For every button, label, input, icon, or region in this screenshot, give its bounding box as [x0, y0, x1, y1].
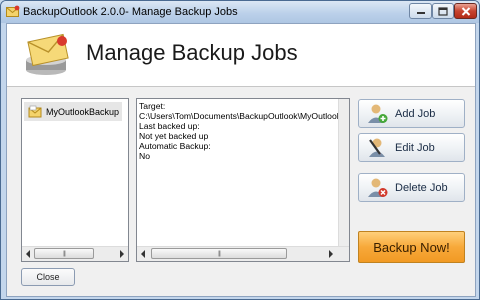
scroll-left-arrow-icon[interactable] [141, 250, 145, 258]
minimize-button[interactable] [409, 3, 432, 19]
delete-job-label: Delete Job [395, 181, 448, 194]
close-window-button[interactable] [454, 3, 477, 19]
details-automatic-backup-label: Automatic Backup: [139, 141, 211, 151]
app-icon [6, 5, 20, 17]
jobs-listbox[interactable]: MyOutlookBackup ||| [21, 98, 129, 262]
maximize-button[interactable] [432, 3, 454, 19]
close-button[interactable]: Close [21, 268, 75, 286]
window-title: BackupOutlook 2.0.0- Manage Backup Jobs [23, 6, 238, 18]
scroll-thumb[interactable]: ||| [151, 248, 287, 259]
close-icon [461, 6, 470, 16]
scroll-right-arrow-icon[interactable] [329, 250, 333, 258]
backup-now-button[interactable]: Backup Now! [358, 231, 465, 263]
details-target-label: Target: [139, 101, 166, 111]
scroll-right-arrow-icon[interactable] [120, 250, 124, 258]
job-details-text: Target: C:\Users\Tom\Documents\BackupOut… [139, 101, 350, 161]
details-last-backed-up-label: Last backed up: [139, 121, 200, 131]
jobs-list-hscrollbar[interactable]: ||| [22, 246, 128, 261]
list-item-label: MyOutlookBackup [46, 106, 120, 117]
details-vscrollbar[interactable] [338, 99, 349, 246]
dialog-body: Manage Backup Jobs MyOutlookBackup ||| T… [6, 23, 476, 297]
edit-user-icon [369, 138, 385, 157]
list-item-myoutlookbackup[interactable]: MyOutlookBackup [24, 102, 122, 121]
header-banner: Manage Backup Jobs [7, 24, 475, 87]
edit-job-button[interactable]: Edit Job [358, 133, 465, 162]
delete-job-button[interactable]: Delete Job [358, 173, 465, 202]
delete-user-icon [368, 178, 388, 197]
title-bar[interactable]: BackupOutlook 2.0.0- Manage Backup Jobs [1, 1, 479, 23]
add-user-icon [368, 104, 388, 123]
details-last-backed-up-value: Not yet backed up [139, 131, 209, 141]
details-hscrollbar[interactable]: ||| [137, 246, 349, 261]
details-target-path: C:\Users\Tom\Documents\BackupOutlook\MyO… [139, 111, 350, 121]
scroll-left-arrow-icon[interactable] [26, 250, 30, 258]
add-job-label: Add Job [395, 107, 436, 120]
details-automatic-backup-value: No [139, 151, 150, 161]
minimize-icon [416, 12, 425, 14]
outlook-job-icon [28, 105, 42, 117]
add-job-button[interactable]: Add Job [358, 99, 465, 128]
maximize-icon [438, 6, 448, 16]
edit-job-label: Edit Job [395, 141, 435, 154]
scroll-thumb[interactable]: ||| [34, 248, 94, 259]
job-details-panel[interactable]: Target: C:\Users\Tom\Documents\BackupOut… [136, 98, 350, 262]
envelope-drive-icon [26, 33, 69, 75]
scroll-grip: ||| [218, 250, 221, 257]
app-window: BackupOutlook 2.0.0- Manage Backup Jobs [0, 0, 480, 300]
scroll-grip: ||| [63, 250, 66, 257]
page-title: Manage Backup Jobs [86, 40, 298, 65]
